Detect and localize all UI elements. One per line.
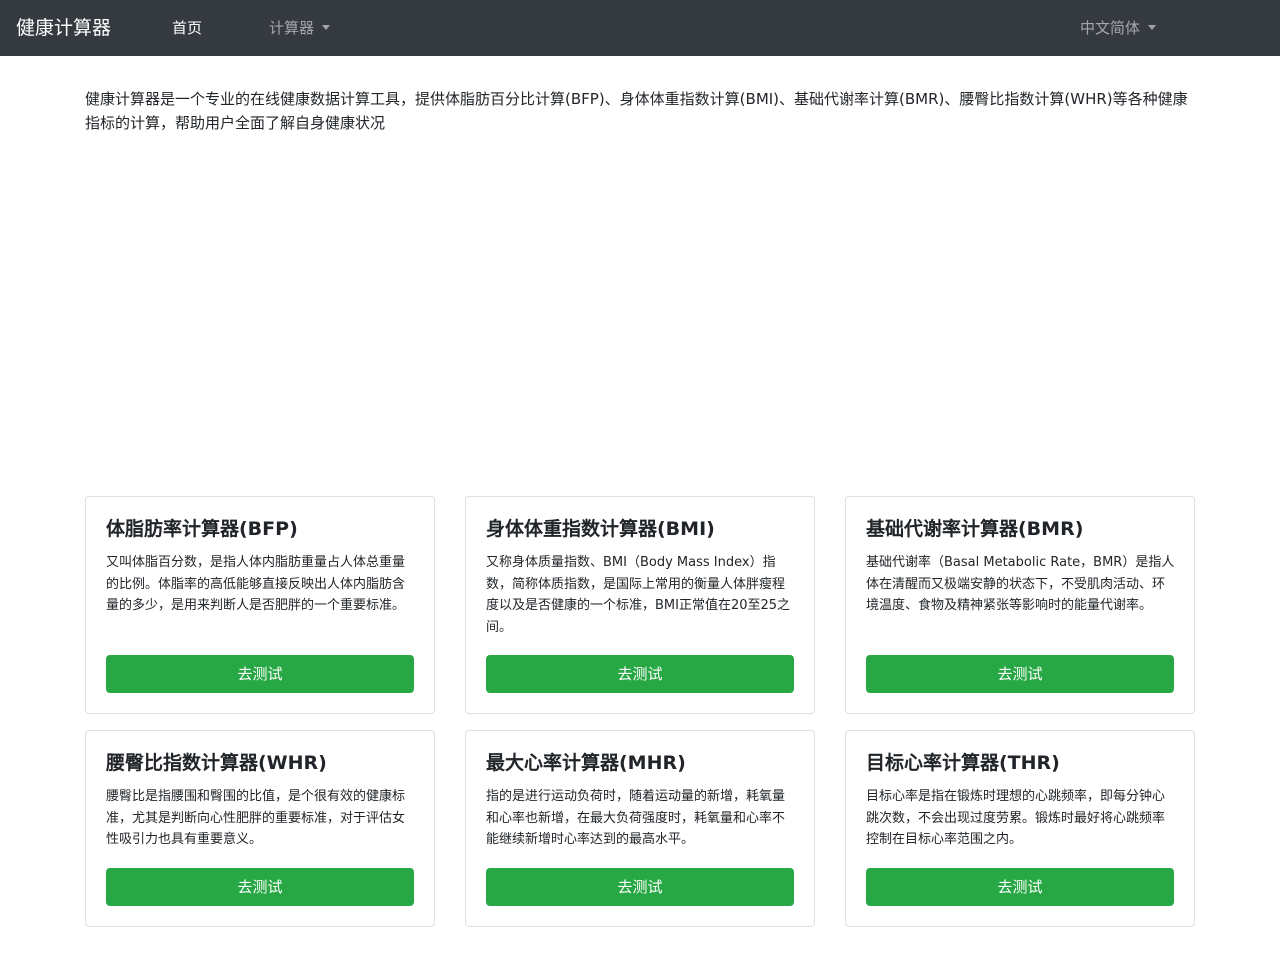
card-description: 又叫体脂百分数，是指人体内脂肪重量占人体总重量的比例。体脂率的高低能够直接反映出… [106,555,406,614]
card-description: 腰臀比是指腰围和臀围的比值，是个很有效的健康标准，尤其是判断向心性肥胖的重要标准… [106,789,406,848]
mhr-test-button[interactable]: 去测试 [486,868,794,906]
language-dropdown[interactable]: 中文简体 [1080,0,1157,56]
card-thr: 目标心率计算器(THR) 目标心率是指在锻炼时理想的心跳频率，即每分钟心跳次数，… [845,730,1195,927]
bmr-test-button[interactable]: 去测试 [866,655,1174,693]
ad-placeholder [85,150,1195,480]
intro-text: 健康计算器是一个专业的在线健康数据计算工具，提供体脂肪百分比计算(BFP)、身体… [85,90,1188,132]
caret-down-icon [322,25,331,30]
card-mhr: 最大心率计算器(MHR) 指的是进行运动负荷时，随着运动量的新增，耗氧量和心率也… [465,730,815,927]
card-description: 目标心率是指在锻炼时理想的心跳频率，即每分钟心跳次数，不会出现过度劳累。锻炼时最… [866,789,1166,848]
card-description: 指的是进行运动负荷时，随着运动量的新增，耗氧量和心率也新增，在最大负荷强度时，耗… [486,789,786,848]
card-description: 基础代谢率（Basal Metabolic Rate，BMR）是指人体在清醒而又… [866,555,1175,614]
nav-home-link[interactable]: 首页 [172,0,202,56]
card-title: 目标心率计算器(THR) [866,752,1060,774]
card-bmr: 基础代谢率计算器(BMR) 基础代谢率（Basal Metabolic Rate… [845,496,1195,714]
bmi-test-button[interactable]: 去测试 [486,655,794,693]
whr-test-button[interactable]: 去测试 [106,868,414,906]
language-label: 中文简体 [1080,19,1141,37]
caret-down-icon [1148,25,1157,30]
card-title: 身体体重指数计算器(BMI) [486,518,715,540]
card-description: 又称身体质量指数、BMI（Body Mass Index）指数，简称体质指数，是… [486,555,791,636]
card-title: 基础代谢率计算器(BMR) [866,518,1084,540]
card-bfp: 体脂肪率计算器(BFP) 又叫体脂百分数，是指人体内脂肪重量占人体总重量的比例。… [85,496,435,714]
card-bmi: 身体体重指数计算器(BMI) 又称身体质量指数、BMI（Body Mass In… [465,496,815,714]
thr-test-button[interactable]: 去测试 [866,868,1174,906]
nav-calculators-dropdown[interactable]: 计算器 [269,0,331,56]
card-whr: 腰臀比指数计算器(WHR) 腰臀比是指腰围和臀围的比值，是个很有效的健康标准，尤… [85,730,435,927]
bfp-test-button[interactable]: 去测试 [106,655,414,693]
card-title: 腰臀比指数计算器(WHR) [106,752,327,774]
nav-calculators-label: 计算器 [269,19,315,37]
card-title: 最大心率计算器(MHR) [486,752,686,774]
card-title: 体脂肪率计算器(BFP) [106,518,298,540]
top-navbar: 健康计算器 首页 计算器 中文简体 [0,0,1280,56]
brand-logo[interactable]: 健康计算器 [16,0,111,56]
